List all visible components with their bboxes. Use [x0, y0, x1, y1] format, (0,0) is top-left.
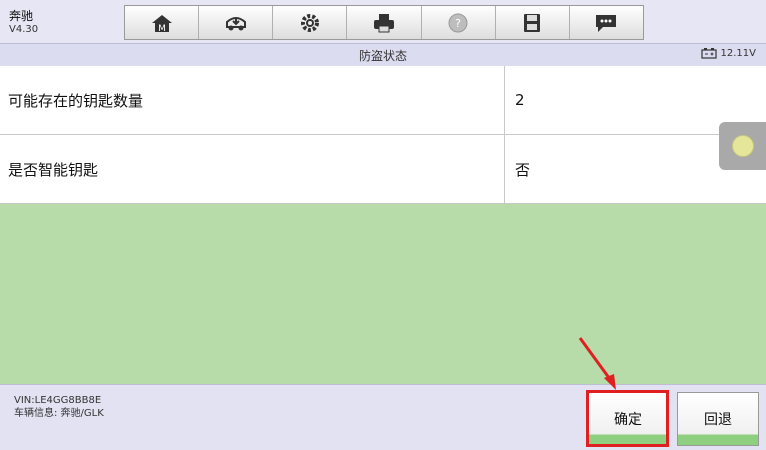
- vehicle-model-text: 车辆信息: 奔驰/GLK: [14, 408, 104, 419]
- printer-icon: [373, 13, 394, 32]
- vehicle-info: VIN:LE4GG8BB8E 车辆信息: 奔驰/GLK: [14, 394, 104, 420]
- brand-name: 奔驰: [9, 9, 34, 23]
- confirm-button[interactable]: 确定: [587, 392, 669, 446]
- table-row: 可能存在的钥匙数量 2: [0, 66, 766, 135]
- back-button[interactable]: 回退: [677, 392, 759, 446]
- title-bar: 防盗状态 12.11V: [0, 44, 766, 67]
- diagnose-button[interactable]: [199, 6, 274, 39]
- save-button[interactable]: [495, 6, 570, 39]
- car-diagnose-icon: [225, 16, 246, 30]
- home-button[interactable]: M: [125, 6, 200, 39]
- settings-button[interactable]: [273, 6, 348, 39]
- home-icon: M: [151, 14, 172, 34]
- vin-text: VIN:LE4GG8BB8E: [14, 395, 102, 406]
- message-icon: [596, 14, 617, 32]
- print-button[interactable]: [347, 6, 422, 39]
- circle-icon: [731, 135, 754, 157]
- top-bar: 奔驰 V4.30 M ?: [0, 0, 766, 44]
- toolbar: M ?: [124, 5, 644, 40]
- floating-side-button[interactable]: [719, 122, 766, 170]
- bottom-bar: VIN:LE4GG8BB8E 车辆信息: 奔驰/GLK 确定 回退: [0, 384, 766, 450]
- row-label: 可能存在的钥匙数量: [0, 66, 505, 134]
- battery-status: 12.11V: [700, 48, 756, 59]
- svg-text:?: ?: [455, 17, 461, 30]
- svg-text:M: M: [158, 24, 166, 34]
- gear-icon: [300, 13, 319, 32]
- save-icon: [524, 13, 541, 32]
- table-row: 是否智能钥匙 否: [0, 135, 766, 204]
- voltage-value: 12.11V: [720, 48, 756, 59]
- help-button[interactable]: ?: [421, 6, 496, 39]
- app-version: V4.30: [9, 24, 39, 35]
- data-table: 可能存在的钥匙数量 2 是否智能钥匙 否: [0, 66, 766, 204]
- row-label: 是否智能钥匙: [0, 135, 505, 203]
- brand-block: 奔驰 V4.30: [9, 9, 38, 37]
- help-icon: ?: [448, 13, 468, 32]
- empty-content-area: [0, 204, 766, 384]
- message-button[interactable]: [569, 6, 643, 39]
- battery-icon: [700, 48, 717, 59]
- page-title: 防盗状态: [358, 49, 407, 63]
